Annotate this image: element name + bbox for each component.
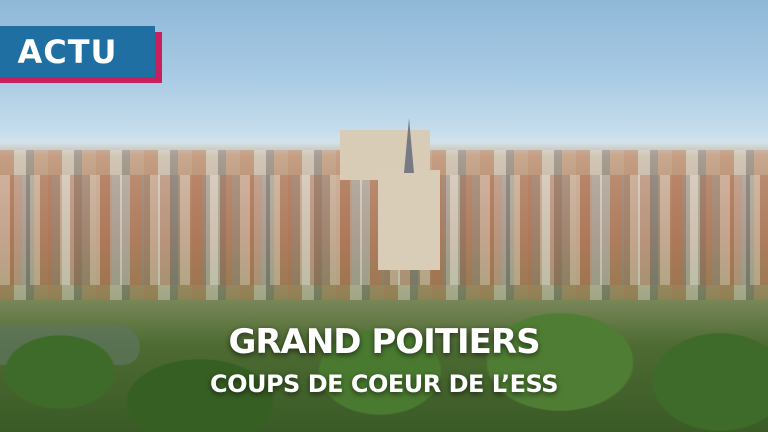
badge-box: ACTU [0, 26, 155, 77]
badge-label: ACTU [17, 32, 118, 71]
actu-badge: ACTU [0, 26, 162, 83]
church-spire [404, 118, 414, 173]
headline-subtitle: COUPS DE COEUR DE L’ESS [209, 370, 559, 398]
headline-title: GRAND POITIERS [228, 322, 540, 362]
